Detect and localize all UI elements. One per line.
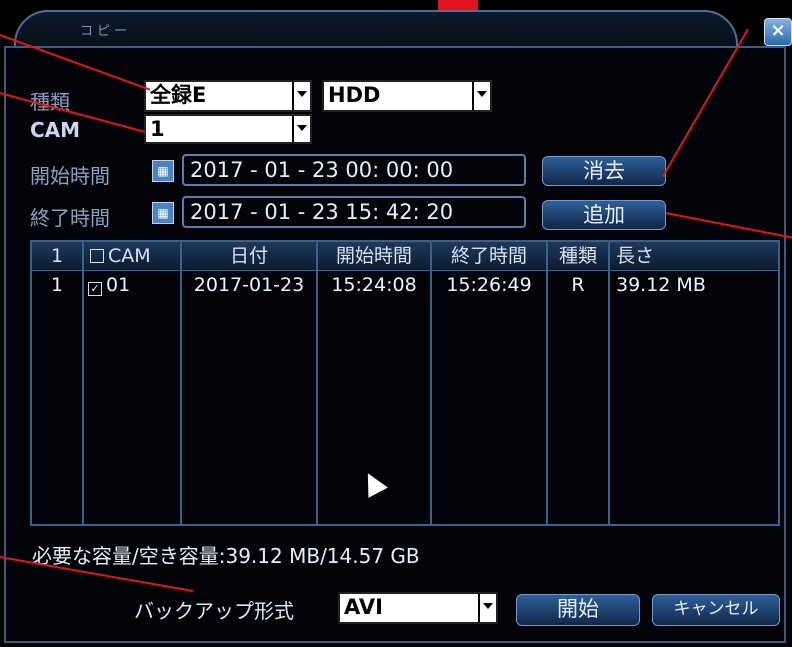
header-index: 1: [50, 245, 64, 267]
row-cam[interactable]: ✓ 01: [88, 272, 180, 298]
calendar-icon[interactable]: ▦: [152, 160, 174, 182]
chevron-down-icon: [292, 82, 310, 110]
header-cam[interactable]: CAM: [84, 242, 180, 270]
row-length: 39.12 MB: [616, 274, 706, 296]
cam-select-value: 1: [150, 117, 165, 141]
row-type: R: [571, 274, 585, 296]
type-select[interactable]: 全録E: [144, 80, 312, 112]
row-checkbox[interactable]: ✓: [88, 282, 102, 296]
start-time-field[interactable]: 2017 - 01 - 23 00: 00: 00: [182, 154, 526, 186]
column-divider: [82, 242, 84, 524]
dialog-title: コピー: [80, 24, 132, 39]
row-date: 2017-01-23: [193, 274, 305, 296]
header-end: 終了時間: [450, 245, 527, 267]
row-end: 15:26:49: [446, 274, 532, 296]
header-date: 日付: [229, 245, 268, 267]
select-all-checkbox[interactable]: [90, 249, 104, 263]
format-label: バックアップ形式: [134, 599, 294, 623]
storage-select-value: HDD: [328, 83, 381, 107]
end-time-label: 終了時間: [30, 206, 110, 230]
close-button[interactable]: ×: [764, 18, 792, 46]
screen: コピー × 種類 全録E HDD CAM 1 開始時間 ▦ 2017 - 01 …: [0, 0, 792, 647]
row-start: 15:24:08: [331, 274, 417, 296]
start-button[interactable]: 開始: [516, 594, 640, 626]
header-start: 開始時間: [335, 245, 412, 267]
row-index: 1: [50, 274, 64, 296]
storage-select[interactable]: HDD: [322, 80, 492, 112]
header-length: 長さ: [616, 245, 655, 267]
format-select[interactable]: AVI: [338, 592, 498, 624]
end-time-field[interactable]: 2017 - 01 - 23 15: 42: 20: [182, 196, 526, 228]
add-button[interactable]: 追加: [542, 200, 666, 230]
format-select-value: AVI: [344, 595, 383, 619]
capacity-text: 必要な容量/空き容量:39.12 MB/14.57 GB: [32, 544, 420, 568]
cam-select[interactable]: 1: [144, 114, 312, 144]
column-divider: [608, 242, 610, 524]
header-type: 種類: [558, 245, 597, 267]
start-time-label: 開始時間: [30, 164, 110, 188]
chevron-down-icon: [478, 594, 496, 622]
delete-button[interactable]: 消去: [542, 156, 666, 186]
type-select-value: 全録E: [150, 83, 207, 107]
chevron-down-icon: [292, 116, 310, 142]
row-cam-value: 01: [106, 274, 131, 296]
chevron-down-icon: [472, 82, 490, 110]
calendar-icon[interactable]: ▦: [152, 202, 174, 224]
cam-label: CAM: [30, 118, 81, 142]
file-table: 1 CAM 日付 開始時間 終了時間 種類 長さ 1 ✓ 01 2017-01-2…: [30, 240, 780, 526]
header-cam-label: CAM: [108, 245, 151, 267]
cancel-button[interactable]: キャンセル: [652, 594, 780, 626]
